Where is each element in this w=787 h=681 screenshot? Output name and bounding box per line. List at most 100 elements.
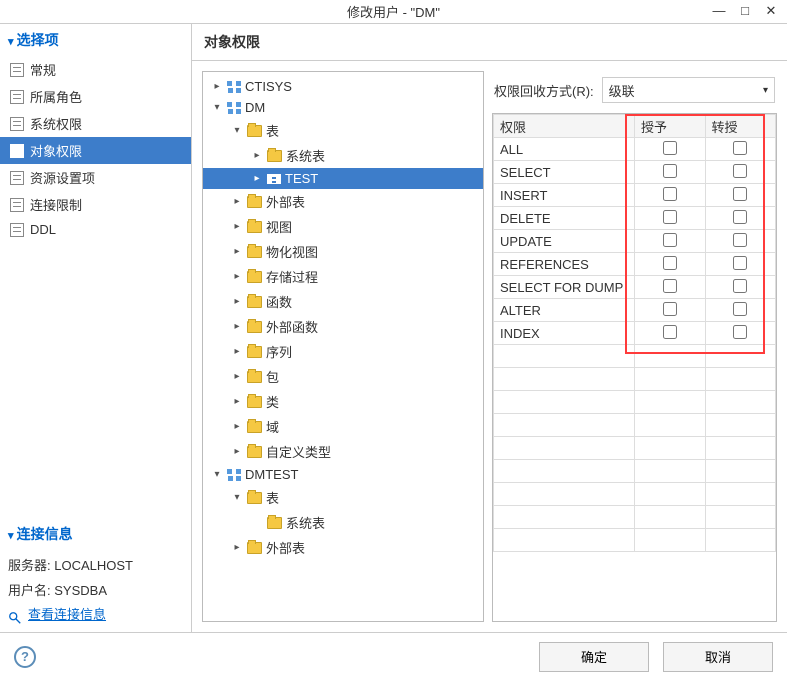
tree-dmtest-table[interactable]: ▾表 <box>203 485 483 510</box>
footer: ? 确定 取消 <box>0 632 787 680</box>
page-icon <box>10 90 24 104</box>
maximize-button[interactable]: □ <box>737 3 753 19</box>
tree-udt[interactable]: ▸自定义类型 <box>203 439 483 464</box>
folder-icon <box>247 221 262 233</box>
transfer-checkbox[interactable] <box>733 279 747 293</box>
folder-icon <box>247 296 262 308</box>
transfer-checkbox[interactable] <box>733 233 747 247</box>
tree-domain[interactable]: ▸域 <box>203 414 483 439</box>
transfer-checkbox[interactable] <box>733 141 747 155</box>
tree-pkg[interactable]: ▸包 <box>203 364 483 389</box>
perm-name: ALTER <box>494 299 635 322</box>
nav-general[interactable]: 常规 <box>0 56 191 83</box>
chevron-right-icon: ▸ <box>231 446 243 457</box>
help-button[interactable]: ? <box>14 646 36 668</box>
close-button[interactable]: ✕ <box>763 3 779 19</box>
recall-label: 权限回收方式(R): <box>494 81 594 100</box>
tree-class[interactable]: ▸类 <box>203 389 483 414</box>
tree-view[interactable]: ▸视图 <box>203 214 483 239</box>
tree-ext-func[interactable]: ▸外部函数 <box>203 314 483 339</box>
grant-checkbox[interactable] <box>663 187 677 201</box>
grant-checkbox[interactable] <box>663 141 677 155</box>
chevron-right-icon: ▸ <box>231 371 243 382</box>
tree-dmtest-systable[interactable]: 系统表 <box>203 510 483 535</box>
folder-icon <box>247 492 262 504</box>
tree-table[interactable]: ▾表 <box>203 118 483 143</box>
folder-icon <box>267 517 282 529</box>
transfer-checkbox[interactable] <box>733 256 747 270</box>
tree-sp[interactable]: ▸存储过程 <box>203 264 483 289</box>
folder-icon <box>247 396 262 408</box>
tree-mat-view[interactable]: ▸物化视图 <box>203 239 483 264</box>
grant-checkbox[interactable] <box>663 233 677 247</box>
table-row: ALTER <box>494 299 776 322</box>
view-conn-link[interactable]: 查看连接信息 <box>8 603 183 628</box>
transfer-checkbox[interactable] <box>733 187 747 201</box>
schema-icon <box>227 469 241 481</box>
tree-dmtest[interactable]: ▾DMTEST <box>203 464 483 485</box>
folder-icon <box>247 542 262 554</box>
folder-icon <box>247 346 262 358</box>
search-icon <box>8 609 22 623</box>
folder-icon <box>247 446 262 458</box>
permission-table: 权限 授予 转授 ALLSELECTINSERTDELETEUPDATEREFE… <box>493 114 776 552</box>
title-bar: 修改用户 - "DM" — □ ✕ <box>0 0 787 24</box>
nav-roles[interactable]: 所属角色 <box>0 83 191 110</box>
col-transfer: 转授 <box>705 115 776 138</box>
grant-checkbox[interactable] <box>663 302 677 316</box>
tree-dmtest-ext[interactable]: ▸外部表 <box>203 535 483 560</box>
folder-icon <box>247 421 262 433</box>
folder-icon <box>247 196 262 208</box>
tree-test[interactable]: ▸TEST <box>203 168 483 189</box>
tree-dm[interactable]: ▾DM <box>203 97 483 118</box>
transfer-checkbox[interactable] <box>733 164 747 178</box>
nav-ddl[interactable]: DDL <box>0 218 191 241</box>
schema-icon <box>227 102 241 114</box>
table-row <box>494 391 776 414</box>
tree-systable[interactable]: ▸系统表 <box>203 143 483 168</box>
nav-resource[interactable]: 资源设置项 <box>0 164 191 191</box>
grant-checkbox[interactable] <box>663 164 677 178</box>
minimize-button[interactable]: — <box>711 3 727 19</box>
table-icon <box>267 174 281 184</box>
transfer-checkbox[interactable] <box>733 210 747 224</box>
recall-select[interactable]: 级联 ▾ <box>602 77 775 103</box>
col-permission: 权限 <box>494 115 635 138</box>
table-row <box>494 345 776 368</box>
chevron-right-icon: ▸ <box>231 396 243 407</box>
perm-name: DELETE <box>494 207 635 230</box>
tree-seq[interactable]: ▸序列 <box>203 339 483 364</box>
grant-checkbox[interactable] <box>663 210 677 224</box>
table-row <box>494 529 776 552</box>
page-icon <box>10 144 24 158</box>
tree-func[interactable]: ▸函数 <box>203 289 483 314</box>
chevron-right-icon: ▸ <box>211 81 223 92</box>
grant-checkbox[interactable] <box>663 325 677 339</box>
chevron-right-icon: ▸ <box>231 196 243 207</box>
user-value: SYSDBA <box>54 583 107 598</box>
nav-conn-limit[interactable]: 连接限制 <box>0 191 191 218</box>
folder-icon <box>247 321 262 333</box>
page-icon <box>10 198 24 212</box>
nav-system-priv[interactable]: 系统权限 <box>0 110 191 137</box>
folder-icon <box>267 150 282 162</box>
object-tree[interactable]: ▸CTISYS ▾DM ▾表 ▸系统表 ▸TEST ▸外部表 ▸视图 ▸物化视图… <box>202 71 484 622</box>
tree-ctisys[interactable]: ▸CTISYS <box>203 76 483 97</box>
grant-checkbox[interactable] <box>663 256 677 270</box>
perm-name: INDEX <box>494 322 635 345</box>
grant-checkbox[interactable] <box>663 279 677 293</box>
window-title: 修改用户 - "DM" <box>347 2 440 21</box>
ok-button[interactable]: 确定 <box>539 642 649 672</box>
chevron-right-icon: ▸ <box>231 246 243 257</box>
perm-name: INSERT <box>494 184 635 207</box>
transfer-checkbox[interactable] <box>733 302 747 316</box>
transfer-checkbox[interactable] <box>733 325 747 339</box>
tree-ext-table[interactable]: ▸外部表 <box>203 189 483 214</box>
table-row: SELECT FOR DUMP <box>494 276 776 299</box>
perm-name: REFERENCES <box>494 253 635 276</box>
cancel-button[interactable]: 取消 <box>663 642 773 672</box>
perm-name: SELECT <box>494 161 635 184</box>
chevron-right-icon: ▸ <box>251 150 263 161</box>
table-row <box>494 368 776 391</box>
nav-object-priv[interactable]: 对象权限 <box>0 137 191 164</box>
